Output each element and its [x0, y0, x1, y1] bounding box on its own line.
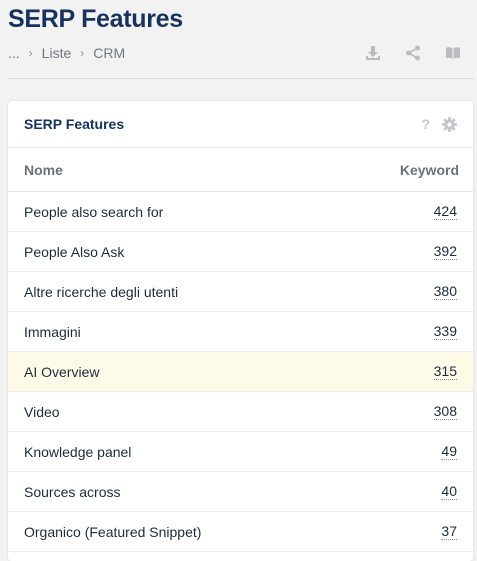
row-name: AI Overview — [24, 363, 100, 380]
row-name: People also search for — [24, 203, 164, 220]
row-keyword-count[interactable]: 392 — [433, 243, 457, 260]
row-keyword-count[interactable]: 339 — [433, 323, 457, 340]
breadcrumb-separator-icon: › — [28, 46, 33, 60]
row-name: Altre ricerche degli utenti — [24, 283, 179, 300]
table-row: Knowledge panel 49 — [8, 432, 473, 472]
serp-features-card: SERP Features ? Nome Keyword People also… — [8, 101, 473, 561]
breadcrumb-item-ellipsis[interactable]: ... — [8, 45, 20, 61]
table-row: People Also Ask 392 — [8, 232, 473, 272]
table-header: Nome Keyword — [8, 148, 473, 192]
row-keyword-count[interactable]: 315 — [433, 363, 457, 380]
row-keyword-count[interactable]: 380 — [433, 283, 457, 300]
row-keyword-count[interactable]: 424 — [433, 203, 457, 220]
download-button[interactable] — [364, 44, 382, 62]
table-row: Video 308 — [8, 392, 473, 432]
toolbar — [364, 44, 462, 62]
header-divider — [8, 78, 474, 79]
card-actions: ? — [421, 116, 457, 132]
card-title: SERP Features — [24, 116, 125, 132]
breadcrumb: ... › Liste › CRM — [8, 45, 125, 61]
share-icon — [406, 45, 420, 61]
share-button[interactable] — [404, 44, 422, 62]
gear-icon[interactable] — [442, 116, 457, 132]
column-header-keyword[interactable]: Keyword — [400, 162, 459, 178]
row-keyword-count[interactable]: 37 — [441, 523, 457, 540]
table-row: Organico (Featured Snippet) 37 — [8, 512, 473, 552]
row-name: Knowledge panel — [24, 443, 132, 460]
row-name: People Also Ask — [24, 243, 125, 260]
card-header: SERP Features ? — [8, 101, 473, 148]
book-button[interactable] — [444, 44, 462, 62]
row-keyword-count[interactable]: 40 — [441, 483, 457, 500]
table-row: Immagini 339 — [8, 312, 473, 352]
page-title: SERP Features — [8, 5, 183, 33]
row-name: Immagini — [24, 323, 81, 340]
column-header-name[interactable]: Nome — [24, 162, 63, 178]
download-icon — [366, 46, 380, 60]
help-icon[interactable]: ? — [421, 116, 430, 132]
table-row: People also search for 424 — [8, 192, 473, 232]
row-keyword-count[interactable]: 49 — [441, 443, 457, 460]
book-icon — [446, 47, 460, 59]
row-name: Organico (Featured Snippet) — [24, 523, 202, 540]
row-name: Sources across — [24, 483, 121, 500]
breadcrumb-item-liste[interactable]: Liste — [42, 45, 72, 61]
breadcrumb-separator-icon: › — [80, 46, 85, 60]
table-row: Altre ricerche degli utenti 380 — [8, 272, 473, 312]
table-row-highlighted: AI Overview 315 — [8, 352, 473, 392]
table-row: Sources across 40 — [8, 472, 473, 512]
breadcrumb-item-crm: CRM — [93, 45, 126, 61]
row-keyword-count[interactable]: 308 — [433, 403, 457, 420]
row-name: Video — [24, 403, 60, 420]
